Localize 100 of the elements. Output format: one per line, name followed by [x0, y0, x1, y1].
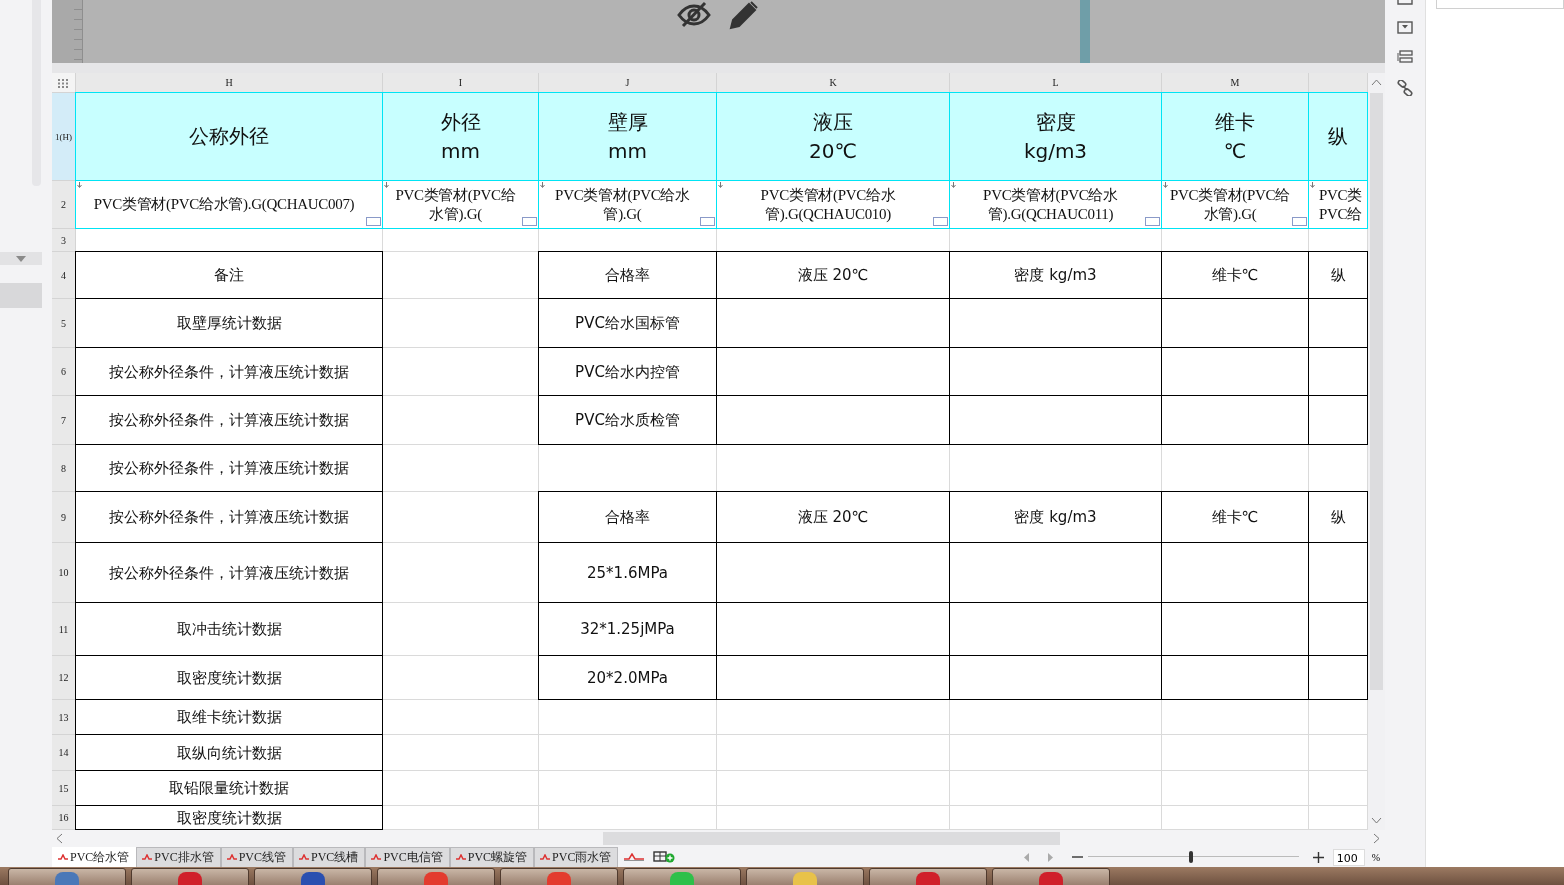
taskbar-button[interactable]: [8, 868, 126, 885]
cell-text: PVC类管材(PVC给水管).G(: [1168, 185, 1292, 224]
table-cell: 取壁厚统计数据: [76, 299, 383, 348]
table-cell: 公称外径: [76, 93, 383, 181]
row-header[interactable]: 14: [52, 735, 76, 771]
column-header[interactable]: L: [950, 73, 1162, 93]
add-sheet-icon[interactable]: [653, 851, 676, 863]
comment-icon[interactable]: [1292, 217, 1307, 226]
layers-icon[interactable]: [1397, 50, 1413, 64]
input-field[interactable]: [1436, 0, 1564, 9]
row-header[interactable]: 3: [52, 229, 76, 252]
peak-icon: [142, 854, 153, 860]
zoom-field[interactable]: 100: [1332, 848, 1365, 866]
pencil-icon[interactable]: [727, 0, 759, 30]
select-all-icon[interactable]: [58, 79, 69, 88]
column-header[interactable]: K: [717, 73, 950, 93]
column-header[interactable]: I: [383, 73, 539, 93]
peak-icon: [226, 854, 237, 860]
taskbar-button[interactable]: [377, 868, 495, 885]
table-cell: 取密度统计数据: [76, 806, 383, 830]
row-header[interactable]: 16: [52, 806, 76, 830]
zoom-unit: %: [1371, 851, 1380, 863]
row-header[interactable]: 1(H): [52, 93, 76, 181]
table-cell: 维卡 ℃: [1162, 93, 1309, 181]
sheet-tab[interactable]: PVC线槽: [293, 846, 366, 868]
table-cell: 密度 kg/m3: [950, 252, 1162, 299]
cell-text: PVC类管材(PVC给水管).G(QCHAUC007): [92, 195, 356, 214]
table-cell: PVC给水内控管: [539, 348, 717, 396]
cell-text: PVC类管材(PVC给水管).G(QCHAUC010): [759, 185, 897, 224]
arrow-marker-icon: [1163, 182, 1168, 188]
column-header[interactable]: H: [76, 73, 383, 93]
table-cell: 合格率: [539, 492, 717, 543]
table-cell: 维卡℃: [1162, 492, 1309, 543]
arrow-marker-icon: [540, 182, 545, 188]
slider-thumb[interactable]: [1189, 851, 1194, 863]
table-cell: PVC给水国标管: [539, 299, 717, 348]
taskbar-button[interactable]: [992, 868, 1110, 885]
peak-icon: [58, 854, 68, 860]
row-header[interactable]: 4: [52, 252, 76, 299]
sheet-icon[interactable]: [624, 853, 645, 861]
collapse-icon[interactable]: [16, 255, 26, 262]
row-header[interactable]: 13: [52, 700, 76, 735]
comment-icon[interactable]: [933, 217, 948, 226]
table-cell: 取维卡统计数据: [76, 700, 383, 735]
sheet-tab[interactable]: PVC给水管: [52, 846, 137, 868]
zoom-in-icon[interactable]: [1312, 851, 1324, 863]
table-cell: 20*2.0MPa: [539, 656, 717, 700]
row-header[interactable]: 2: [52, 181, 76, 229]
table-cell: 液压 20℃: [717, 492, 950, 543]
table-cell: 液压 20℃: [717, 252, 950, 299]
cell-text: PVC类管材(PVC给水管).G(QCHAUC011): [982, 185, 1119, 224]
table-cell: 液压 20℃: [717, 93, 950, 181]
comment-icon[interactable]: [366, 217, 381, 226]
row-header[interactable]: 6: [52, 348, 76, 396]
taskbar-button[interactable]: [869, 868, 987, 885]
taskbar-button[interactable]: [623, 868, 741, 885]
frame-icon[interactable]: [1397, 0, 1413, 5]
taskbar-button[interactable]: [254, 868, 372, 885]
sheet-tab[interactable]: PVC电信管: [365, 846, 450, 868]
row-header[interactable]: 10: [52, 543, 76, 603]
comment-icon[interactable]: [522, 217, 537, 226]
table-cell: 壁厚 mm: [539, 93, 717, 181]
row-header[interactable]: 8: [52, 445, 76, 492]
link-icon[interactable]: [1397, 80, 1413, 96]
row-header[interactable]: 5: [52, 299, 76, 348]
scroll-down-icon[interactable]: [1371, 817, 1382, 824]
peak-icon: [540, 854, 551, 860]
table-cell: 32*1.25jMPa: [539, 603, 717, 656]
table-cell: 密度 kg/m3: [950, 492, 1162, 543]
dropdown-box-icon[interactable]: [1397, 21, 1413, 34]
table-cell: 取密度统计数据: [76, 656, 383, 700]
taskbar-button[interactable]: [131, 868, 249, 885]
column-header[interactable]: J: [539, 73, 717, 93]
table-cell: 备注: [76, 252, 383, 299]
scroll-right-icon[interactable]: [1373, 833, 1380, 844]
comment-icon[interactable]: [700, 217, 715, 226]
row-header[interactable]: 15: [52, 771, 76, 806]
taskbar-button[interactable]: [746, 868, 864, 885]
scroll-up-icon[interactable]: [1371, 79, 1382, 86]
frame-edge: [1080, 0, 1090, 63]
arrow-marker-icon: [384, 182, 389, 188]
sheet-tab[interactable]: PVC雨水管: [534, 846, 619, 868]
cell-text: PVC类管材(PVC给水管).G(: [554, 185, 691, 224]
scroll-left-icon[interactable]: [56, 833, 63, 844]
table-cell: 按公称外径条件，计算液压统计数据: [76, 492, 383, 543]
table-cell: 取铅限量统计数据: [76, 771, 383, 806]
row-header[interactable]: 7: [52, 396, 76, 445]
table-cell: 密度 kg/m3: [950, 93, 1162, 181]
comment-icon[interactable]: [1145, 217, 1160, 226]
column-header[interactable]: M: [1162, 73, 1309, 93]
table-cell: 按公称外径条件，计算液压统计数据: [76, 543, 383, 603]
sheet-tab[interactable]: PVC排水管: [136, 846, 221, 868]
row-header[interactable]: 12: [52, 656, 76, 700]
row-header[interactable]: 9: [52, 492, 76, 543]
row-header[interactable]: 11: [52, 603, 76, 656]
taskbar-button[interactable]: [500, 868, 618, 885]
hidden-icon[interactable]: [677, 0, 711, 28]
table-cell: 按公称外径条件，计算液压统计数据: [76, 348, 383, 396]
table-cell: PVC给水质检管: [539, 396, 717, 445]
arrow-marker-icon: [951, 182, 956, 188]
